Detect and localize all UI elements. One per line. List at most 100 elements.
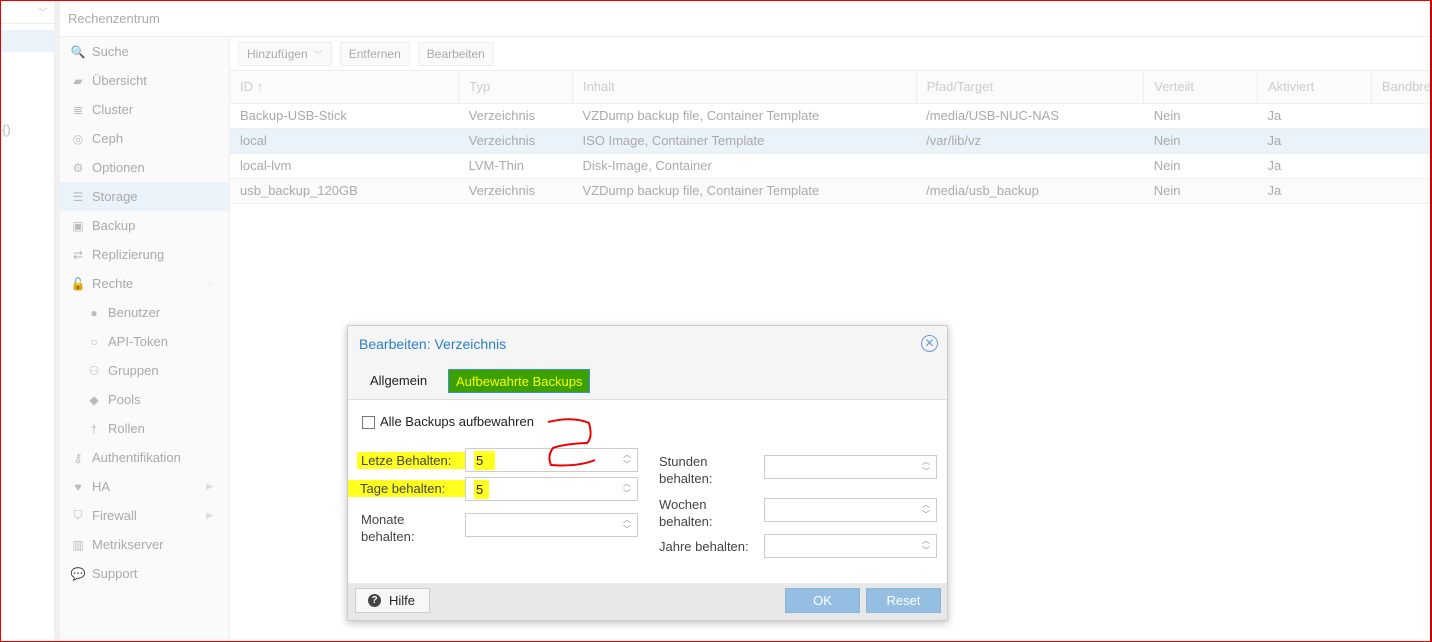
table-cell: local-lvm: [230, 153, 459, 179]
keep-last-label: Letze Behalten:: [357, 452, 467, 469]
table-cell: Nein: [1143, 153, 1258, 179]
sidebar-item-label: Cluster: [92, 102, 134, 117]
resource-tree: ﹀ {): [0, 0, 54, 642]
sidebar-item-storage[interactable]: ☰ Storage: [60, 182, 229, 211]
table-cell: [1371, 128, 1432, 154]
table-row[interactable]: local Verzeichnis ISO Image, Container Tem…: [230, 128, 1432, 154]
column-header[interactable]: Pfad/Target: [916, 71, 1145, 104]
keep-yearly-input[interactable]: ︿ ﹀: [764, 534, 937, 558]
sidebar-item-label: Backup: [92, 218, 136, 233]
heartbeat-icon: ♥: [74, 479, 82, 494]
sidebar-item-label: Storage: [92, 189, 138, 204]
table-cell: Ja: [1257, 153, 1372, 179]
column-header[interactable]: Aktiviert: [1257, 71, 1372, 104]
table-row[interactable]: local-lvm LVM-Thin Disk-Image, Container Ne…: [230, 153, 1432, 179]
sidebar-item-ceph[interactable]: ◎ Ceph: [60, 124, 229, 153]
sidebar-item-support[interactable]: 💬 Support: [60, 559, 229, 588]
sidebar-item-label: Ceph: [92, 131, 124, 146]
sidebar-item-metrikserver[interactable]: ▥ Metrikserver: [60, 530, 229, 559]
spinner-icon[interactable]: ︿ ﹀: [922, 536, 930, 556]
table-cell: Verzeichnis: [458, 178, 573, 204]
search-icon: 🔍: [70, 44, 86, 59]
column-header[interactable]: Inhalt: [572, 71, 917, 104]
column-header[interactable]: ID ↑: [230, 71, 460, 104]
sidebar-item-label: Benutzer: [108, 305, 161, 320]
sidebar-item-authentifikation[interactable]: ⚷ Authentifikation: [60, 443, 229, 472]
table-cell: /media/usb_backup: [916, 178, 1144, 204]
remove-button[interactable]: Entfernen: [339, 42, 410, 66]
table-cell: [1371, 153, 1432, 179]
sidebar-item--bersicht[interactable]: ▰ Übersicht: [60, 66, 229, 95]
sidebar-item-pools[interactable]: ◆ Pools: [60, 385, 229, 414]
user-outline-icon: ○: [90, 334, 98, 349]
male-icon: †: [90, 421, 98, 436]
expand-arrow-icon[interactable]: ▶: [206, 481, 213, 492]
sidebar-item-optionen[interactable]: ⚙ Optionen: [60, 153, 229, 182]
keep-all-label: Alle Backups aufbewahren: [380, 414, 534, 429]
spinner-icon[interactable]: ︿ ﹀: [623, 450, 631, 470]
dialog-tabs: Allgemein Aufbewahrte Backups: [348, 366, 947, 400]
expand-arrow-icon[interactable]: ▶: [206, 510, 213, 521]
server-icon: ≣: [72, 102, 84, 117]
table-cell: VZDump backup file, Container Template: [572, 103, 917, 129]
chevron-down-icon: ﹀: [38, 8, 48, 19]
add-button[interactable]: Hinzufügen ﹀: [238, 42, 332, 66]
column-header[interactable]: Verteilt: [1143, 71, 1258, 104]
retention-form: Alle Backups aufbewahren Letze Behalten:…: [348, 400, 946, 585]
expand-arrow-icon[interactable]: ⌵: [206, 278, 213, 289]
sidebar-item-cluster[interactable]: ≣ Cluster: [60, 95, 229, 124]
sidebar-item-backup[interactable]: ▣ Backup: [60, 211, 229, 240]
spinner-icon[interactable]: ︿ ﹀: [623, 479, 631, 499]
table-row[interactable]: Backup-USB-Stick Verzeichnis VZDump backup…: [230, 103, 1432, 129]
table-cell: usb_backup_120GB: [230, 178, 459, 204]
sidebar-item-rollen[interactable]: † Rollen: [60, 414, 229, 443]
tab-backup-retention[interactable]: Aufbewahrte Backups: [448, 369, 591, 393]
sidebar-item-label: Metrikserver: [92, 537, 164, 552]
reset-button[interactable]: Reset: [866, 588, 941, 613]
keep-weekly-input[interactable]: ︿ ﹀: [764, 498, 937, 522]
sidebar-item-label: Rechte: [92, 276, 134, 291]
database-icon: ☰: [72, 189, 84, 204]
keep-hourly-input[interactable]: ︿ ﹀: [764, 455, 937, 479]
spinner-icon[interactable]: ︿ ﹀: [623, 515, 631, 535]
tab-general[interactable]: Allgemein: [363, 369, 434, 393]
table-cell: Ja: [1257, 178, 1372, 204]
column-header[interactable]: Typ: [458, 71, 573, 104]
spinner-icon[interactable]: ︿ ﹀: [922, 457, 930, 477]
sidebar-item-benutzer[interactable]: ● Benutzer: [60, 298, 229, 327]
table-cell: LVM-Thin: [458, 153, 573, 179]
keep-yearly-label: Jahre behalten:: [659, 539, 749, 554]
spinner-icon[interactable]: ︿ ﹀: [922, 500, 930, 520]
keep-monthly-input[interactable]: ︿ ﹀: [465, 513, 638, 537]
table-cell: local: [230, 128, 459, 154]
view-selector[interactable]: ﹀: [0, 0, 54, 24]
sidebar-item-suche[interactable]: 🔍 Suche: [60, 37, 229, 66]
shield-icon: ⛉: [73, 508, 83, 522]
sidebar-item-label: Firewall: [92, 508, 137, 523]
sidebar-item-ha[interactable]: ♥ HA ▶: [60, 472, 229, 501]
close-icon[interactable]: ✕: [921, 335, 938, 352]
keep-monthly-label: Monate behalten:: [361, 512, 415, 544]
column-header[interactable]: Bandbre: [1371, 71, 1432, 104]
ok-button[interactable]: OK: [785, 588, 860, 613]
table-cell: Disk-Image, Container: [572, 153, 917, 179]
chevron-down-icon: ﹀: [313, 49, 323, 60]
keep-daily-input[interactable]: 5 ︿ ﹀: [465, 477, 638, 501]
table-row[interactable]: usb_backup_120GB Verzeichnis VZDump backup…: [230, 178, 1432, 204]
sidebar-item-label: Optionen: [92, 160, 145, 175]
sidebar-item-rechte[interactable]: 🔓 Rechte ⌵: [60, 269, 229, 298]
sidebar-item-api-token[interactable]: ○ API-Token: [60, 327, 229, 356]
table-cell: Ja: [1257, 103, 1372, 129]
keep-all-checkbox[interactable]: [362, 416, 375, 429]
sidebar-item-gruppen[interactable]: ⚇ Gruppen: [60, 356, 229, 385]
sidebar-item-replizierung[interactable]: ⇄ Replizierung: [60, 240, 229, 269]
gear-icon: ⚙: [72, 160, 84, 175]
sidebar-item-firewall[interactable]: ⛉ Firewall ▶: [60, 501, 229, 530]
table-cell: [1371, 178, 1432, 204]
table-cell: Nein: [1143, 103, 1258, 129]
help-button[interactable]: ? Hilfe: [355, 588, 430, 613]
user-icon: ●: [90, 305, 98, 320]
tree-item-selected[interactable]: [0, 30, 54, 52]
edit-button[interactable]: Bearbeiten: [417, 42, 494, 66]
table-cell: Ja: [1257, 128, 1372, 154]
